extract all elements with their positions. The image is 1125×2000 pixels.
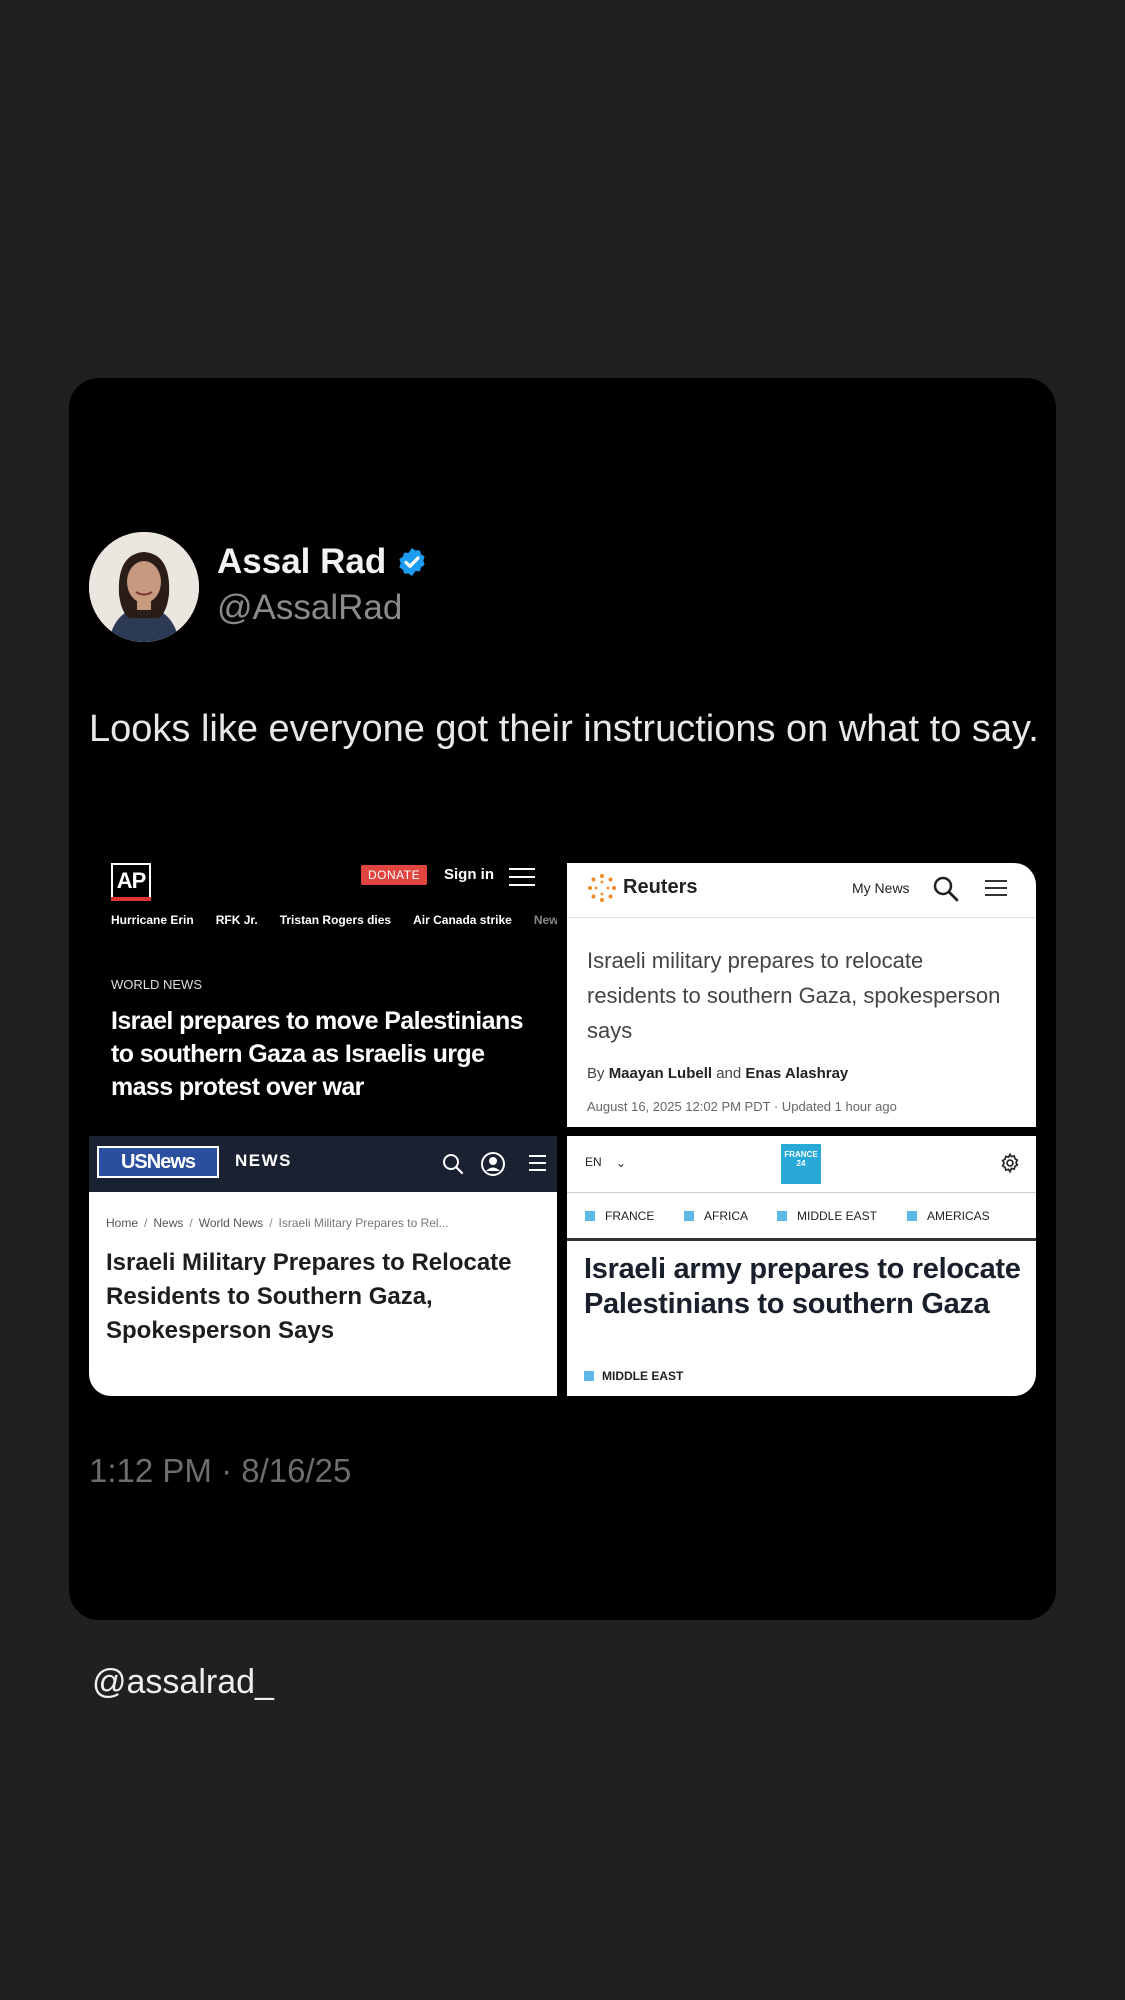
usnews-header: USNews NEWS — [89, 1136, 557, 1192]
nav-item: AMERICAS — [907, 1209, 990, 1223]
search-icon — [933, 876, 959, 902]
search-icon — [443, 1154, 464, 1175]
menu-icon — [985, 880, 1007, 901]
france24-nav: FRANCE AFRICA MIDDLE EAST AMERICAS — [567, 1194, 1036, 1241]
nav-item: MIDDLE EAST — [777, 1209, 877, 1223]
reuters-byline: By Maayan Lubell and Enas Alashray — [587, 1065, 849, 1082]
ap-topic-bar: Hurricane Erin RFK Jr. Tristan Rogers di… — [111, 913, 557, 927]
usnews-screenshot: USNews NEWS Home / News / World News / Israeli… — [89, 1136, 557, 1396]
gear-icon — [1001, 1152, 1019, 1174]
ap-topic: RFK Jr. — [215, 913, 258, 927]
reuters-date: August 16, 2025 12:02 PM PDT · Updated 1… — [587, 1099, 897, 1114]
france24-headline: Israeli army prepares to relocate Palest… — [584, 1253, 1021, 1320]
menu-icon — [529, 1155, 546, 1176]
tweet-card: Assal Rad @AssalRad Looks like everyone … — [69, 378, 1056, 1620]
ap-kicker: WORLD NEWS — [111, 977, 202, 992]
ap-topic: Air Canada strike — [413, 913, 512, 927]
tweet-timestamp[interactable]: 1:12 PM · 8/16/25 — [89, 1452, 351, 1490]
ap-signin-link: Sign in — [444, 866, 494, 883]
reuters-headline: Israeli military prepares to relocate re… — [587, 948, 1001, 1043]
tweet-text: Looks like everyone got their instructio… — [89, 708, 1039, 750]
ap-logo-underline — [111, 897, 151, 901]
france24-screenshot: EN ⌄ FRANCE 24 FRANCE AFRICA MIDDLE EAST… — [567, 1136, 1036, 1396]
reuters-brand: Reuters — [623, 876, 698, 898]
ap-topic: New — [533, 913, 557, 927]
reuters-my-news-link: My News — [852, 880, 910, 896]
tweet-image-collage[interactable]: AP DONATE Sign in Hurricane Erin RFK Jr.… — [89, 863, 1036, 1396]
reuters-header: Reuters My News — [567, 863, 1036, 918]
usnews-headline: Israeli Military Prepares to Relocate Re… — [106, 1249, 512, 1344]
watermark-handle: @assalrad_ — [92, 1663, 274, 1701]
nav-item: FRANCE — [585, 1209, 654, 1223]
france24-logo: FRANCE 24 — [781, 1144, 821, 1184]
ap-topic: Hurricane Erin — [111, 913, 194, 927]
language-selector: EN — [585, 1155, 602, 1169]
ap-donate-button: DONATE — [361, 865, 428, 885]
ap-logo: AP — [111, 863, 151, 901]
usnews-section: NEWS — [235, 1151, 292, 1170]
france24-tag: MIDDLE EAST — [584, 1369, 683, 1383]
france24-header: EN ⌄ FRANCE 24 — [567, 1136, 1036, 1193]
account-icon — [481, 1152, 505, 1176]
author-name[interactable]: Assal Rad — [217, 542, 386, 582]
breadcrumb: Home / News / World News / Israeli Military Pr… — [106, 1216, 449, 1230]
verified-badge-icon — [399, 548, 425, 576]
reuters-logo-icon — [588, 874, 616, 902]
usnews-logo: USNews — [97, 1146, 219, 1178]
nav-item: AFRICA — [684, 1209, 748, 1223]
reuters-screenshot: Reuters My News Israeli military prepare… — [567, 863, 1036, 1127]
chevron-down-icon: ⌄ — [616, 1156, 627, 1170]
author-handle[interactable]: @AssalRad — [217, 588, 402, 628]
avatar[interactable] — [89, 532, 199, 642]
ap-topic: Tristan Rogers dies — [279, 913, 392, 927]
ap-menu-icon — [509, 868, 535, 892]
ap-headline: Israel prepares to move Palestinians to … — [111, 1007, 524, 1101]
ap-screenshot: AP DONATE Sign in Hurricane Erin RFK Jr.… — [89, 863, 557, 1127]
